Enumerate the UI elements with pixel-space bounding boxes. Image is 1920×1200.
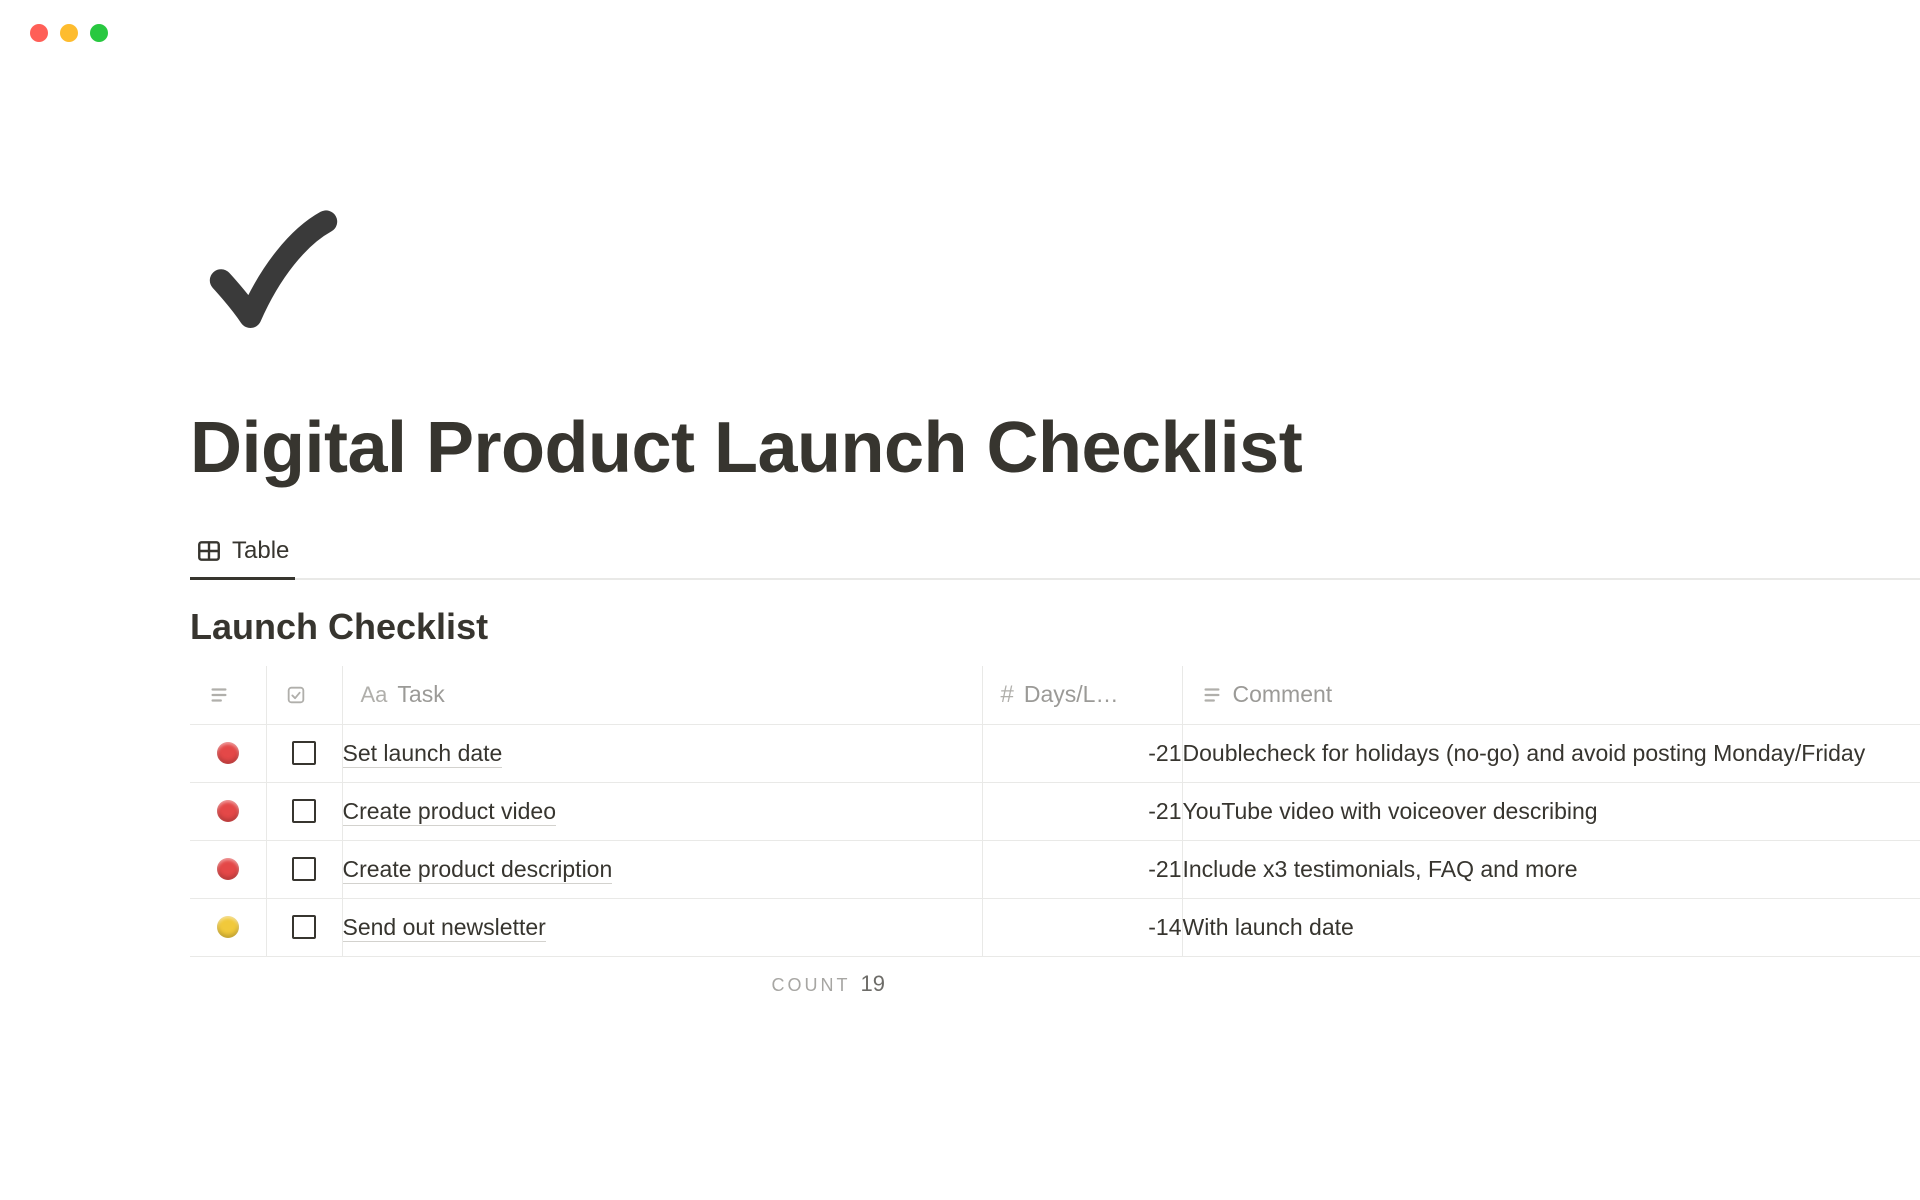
- status-dot-icon: [217, 916, 239, 938]
- title-icon: Aa: [361, 682, 388, 708]
- count-value: 19: [861, 971, 885, 997]
- days-value[interactable]: -21: [982, 724, 1182, 782]
- database-title[interactable]: Launch Checklist: [190, 606, 1920, 648]
- tab-table[interactable]: Table: [190, 537, 295, 580]
- comment-text[interactable]: With launch date: [1182, 898, 1920, 956]
- table-row[interactable]: Set launch date -21Doublecheck for holida…: [190, 724, 1920, 782]
- comment-text[interactable]: YouTube video with voiceover describing: [1182, 782, 1920, 840]
- window-zoom-button[interactable]: [90, 24, 108, 42]
- table-row[interactable]: Create product description -21Include x3 …: [190, 840, 1920, 898]
- row-checkbox[interactable]: [292, 799, 316, 823]
- number-icon: #: [1001, 681, 1014, 709]
- days-value[interactable]: -21: [982, 840, 1182, 898]
- task-title[interactable]: Create product description: [343, 856, 613, 884]
- window-close-button[interactable]: [30, 24, 48, 42]
- window-traffic-lights: [0, 0, 1920, 42]
- status-dot-icon: [217, 742, 239, 764]
- column-header-label: Days/L…: [1024, 681, 1119, 708]
- page-content: Digital Product Launch Checklist Table L…: [0, 42, 1920, 997]
- task-title[interactable]: Create product video: [343, 798, 557, 826]
- column-header-status[interactable]: [190, 666, 266, 724]
- lines-icon: [208, 684, 230, 706]
- task-title[interactable]: Send out newsletter: [343, 914, 546, 942]
- count-label: COUNT: [772, 975, 851, 996]
- page-icon-checkmark[interactable]: [200, 202, 1920, 347]
- comment-text[interactable]: Doublecheck for holidays (no-go) and avo…: [1182, 724, 1920, 782]
- checkmark-icon: [200, 202, 340, 342]
- column-header-task[interactable]: Aa Task: [342, 666, 982, 724]
- table-row[interactable]: Create product video -21YouTube video wit…: [190, 782, 1920, 840]
- column-header-days[interactable]: # Days/L…: [982, 666, 1182, 724]
- table-icon: [196, 538, 222, 564]
- status-dot-icon: [217, 800, 239, 822]
- row-checkbox[interactable]: [292, 857, 316, 881]
- status-dot-icon: [217, 858, 239, 880]
- days-value[interactable]: -21: [982, 782, 1182, 840]
- database-table: Aa Task # Days/L…: [190, 666, 1920, 957]
- row-checkbox[interactable]: [292, 915, 316, 939]
- column-header-label: Task: [397, 681, 444, 708]
- page-title[interactable]: Digital Product Launch Checklist: [190, 407, 1920, 489]
- table-footer-count[interactable]: COUNT 19: [345, 957, 885, 997]
- row-checkbox[interactable]: [292, 741, 316, 765]
- window-minimize-button[interactable]: [60, 24, 78, 42]
- days-value[interactable]: -14: [982, 898, 1182, 956]
- column-header-comment[interactable]: Comment: [1182, 666, 1920, 724]
- text-icon: [1201, 684, 1223, 706]
- task-title[interactable]: Set launch date: [343, 740, 503, 768]
- database-views-tabs: Table: [190, 537, 1920, 580]
- column-header-label: Comment: [1233, 681, 1333, 708]
- comment-text[interactable]: Include x3 testimonials, FAQ and more: [1182, 840, 1920, 898]
- checkbox-icon: [285, 684, 307, 706]
- table-row[interactable]: Send out newsletter -14With launch date: [190, 898, 1920, 956]
- tab-label: Table: [232, 537, 289, 565]
- column-header-done[interactable]: [266, 666, 342, 724]
- table-header-row: Aa Task # Days/L…: [190, 666, 1920, 724]
